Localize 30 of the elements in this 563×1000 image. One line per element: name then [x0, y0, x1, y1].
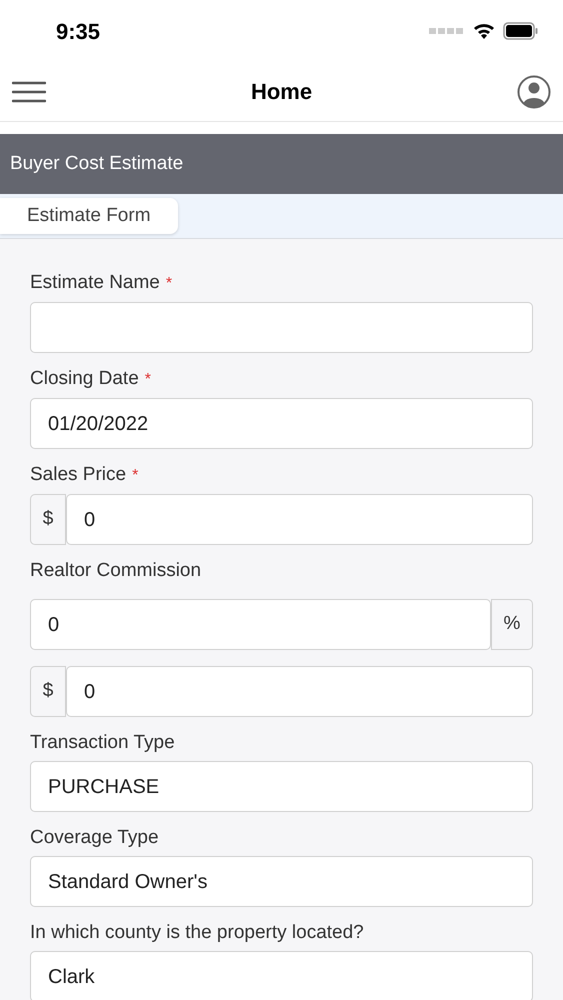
battery-icon — [503, 22, 539, 40]
percent-addon: % — [491, 599, 533, 650]
signal-icon — [429, 28, 465, 34]
page-title: Home — [250, 78, 312, 106]
user-avatar-icon[interactable] — [517, 74, 551, 108]
field-label: Coverage Type — [30, 826, 159, 850]
input-field[interactable]: Standard Owner's — [30, 856, 533, 907]
field-label: In which county is the property located? — [30, 921, 364, 945]
field-label: Sales Price — [30, 463, 126, 487]
required-asterisk: * — [144, 370, 152, 390]
section-title: Buyer Cost Estimate — [10, 152, 184, 176]
required-asterisk: * — [166, 274, 172, 294]
input-field[interactable]: 0 — [30, 599, 491, 650]
field-label: Closing Date — [30, 367, 139, 391]
input-field[interactable]: 01/20/2022 — [30, 398, 533, 449]
input-field[interactable]: Clark — [30, 951, 533, 1000]
input-field[interactable] — [30, 302, 533, 353]
currency-addon: $ — [30, 494, 66, 545]
input-field[interactable]: 0 — [66, 494, 533, 545]
status-time: 9:35 — [56, 18, 100, 46]
wifi-icon — [473, 23, 495, 39]
input-field[interactable]: PURCHASE — [30, 761, 533, 812]
tab[interactable]: Estimate Form — [0, 198, 178, 234]
field-label: Estimate Name — [30, 271, 160, 295]
field-label: Realtor Commission — [30, 559, 202, 583]
input-field[interactable]: 0 — [66, 666, 533, 717]
menu-icon[interactable] — [12, 80, 46, 102]
field-label: Transaction Type — [30, 731, 175, 755]
required-asterisk: * — [132, 466, 138, 486]
currency-addon: $ — [30, 666, 66, 717]
